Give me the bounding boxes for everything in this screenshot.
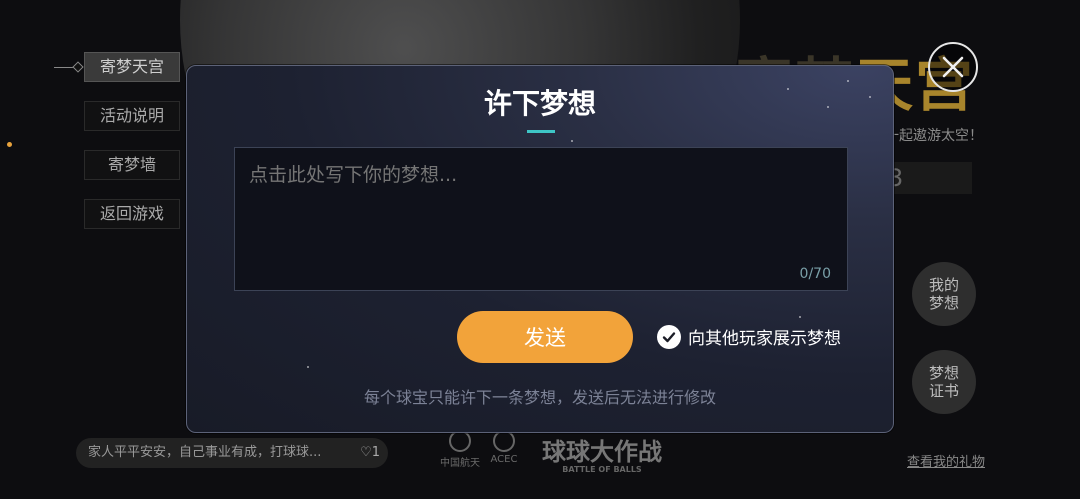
heart-icon: ♡ [360,445,372,460]
like-counter[interactable]: ♡1 [360,438,380,468]
menu-item-back-to-game[interactable]: 返回游戏 [84,199,180,229]
logo-china-aerospace: 中国航天 [438,430,482,469]
dialog-title: 许下梦想 [483,87,596,120]
logo3-subtext: BATTLE OF BALLS [562,465,642,474]
menu-item-dream-palace[interactable]: 寄梦天宫 [84,52,180,82]
menu-item-dream-wall[interactable]: 寄梦墙 [84,150,180,180]
close-button[interactable] [928,42,978,92]
star [799,316,801,318]
logo-acec: ACEC [484,430,524,465]
dream-certificate-label: 梦想证书 [928,364,959,400]
char-counter: 0/70 [799,266,831,282]
close-icon [942,56,964,78]
dialog-note: 每个球宝只能许下一条梦想，发送后无法进行修改 [363,388,716,407]
menu-item-event-info[interactable]: 活动说明 [84,101,180,131]
title-underline [527,130,555,133]
view-gifts-link[interactable]: 查看我的礼物 [907,451,985,470]
dream-message-text: 家人平平安安，自己事业有成，打球球... [88,445,322,460]
star [307,366,309,368]
china-aerospace-icon [449,430,471,452]
like-count: 1 [371,445,380,460]
send-button[interactable]: 发送 [457,311,633,363]
dream-certificate-button[interactable]: 梦想证书 [912,350,976,414]
logo-battle-of-balls: 球球大作战 BATTLE OF BALLS [542,432,662,474]
my-dream-label: 我的梦想 [928,276,959,312]
side-menu: 寄梦天宫 活动说明 寄梦墙 返回游戏 [84,52,180,248]
logo1-text: 中国航天 [440,458,480,469]
indicator-dot [7,142,12,147]
make-wish-dialog: 许下梦想 0/70 发送 向其他玩家展示梦想 每个球宝只能许下一条梦想，发送后无… [186,65,894,433]
event-subtitle: 一起遨游太空！ [885,128,983,144]
show-to-others-label: 向其他玩家展示梦想 [688,329,841,349]
acec-icon [493,430,515,452]
menu-pointer-icon [54,60,82,76]
star [571,140,573,142]
logo3-text: 球球大作战 [542,438,662,466]
check-icon [657,324,681,349]
my-dream-button[interactable]: 我的梦想 [912,262,976,326]
dream-input[interactable] [234,147,848,291]
dream-message-bar[interactable]: 家人平平安安，自己事业有成，打球球... ♡1 [76,438,388,468]
logo2-text: ACEC [490,454,518,465]
show-to-others-checkbox[interactable]: 向其他玩家展示梦想 [657,324,841,349]
